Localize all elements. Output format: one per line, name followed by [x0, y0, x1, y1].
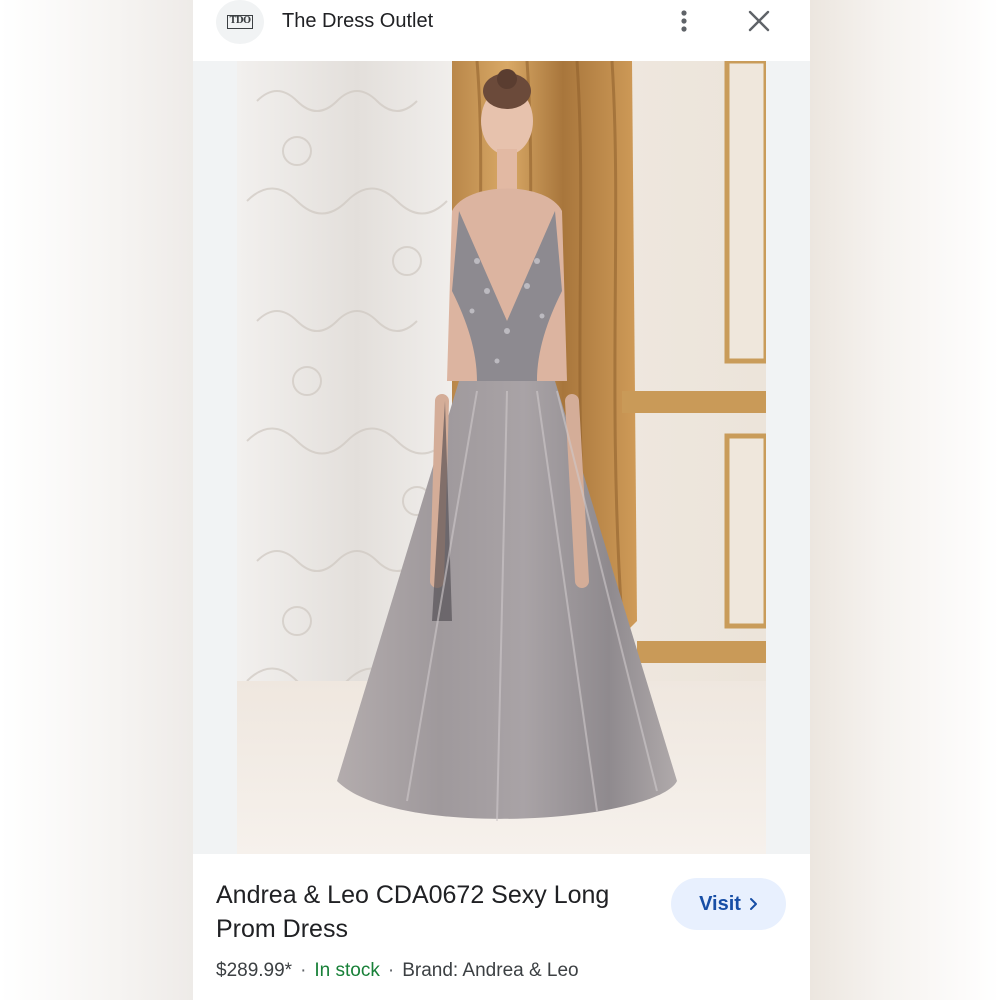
product-brand: Brand: Andrea & Leo	[402, 960, 579, 981]
product-price: $289.99*	[216, 960, 293, 981]
site-logo: TDO	[216, 0, 264, 44]
product-meta: $289.99* · In stock · Brand: Andrea & Leo	[216, 960, 579, 982]
site-name: The Dress Outlet	[282, 10, 434, 32]
dress-photo	[237, 61, 766, 854]
visit-button[interactable]: Visit	[671, 878, 786, 930]
background-left	[0, 0, 193, 1000]
separator: ·	[300, 960, 307, 981]
product-title[interactable]: Andrea & Leo CDA0672 Sexy Long Prom Dres…	[216, 878, 646, 946]
more-options-button[interactable]	[669, 4, 699, 38]
more-vert-icon	[681, 10, 687, 32]
visit-button-label: Visit	[699, 892, 741, 915]
availability-status: In stock	[314, 960, 380, 981]
card-header: TDO The Dress Outlet	[193, 0, 810, 61]
product-image[interactable]	[237, 61, 766, 854]
product-info: Andrea & Leo CDA0672 Sexy Long Prom Dres…	[193, 854, 810, 1000]
chevron-right-icon	[749, 898, 757, 910]
product-preview-card: TDO The Dress Outlet Andrea & Leo CDA067…	[193, 0, 810, 1000]
close-icon	[748, 10, 770, 32]
close-button[interactable]	[743, 4, 775, 38]
separator: ·	[387, 960, 395, 981]
background-right	[810, 0, 1000, 1000]
site-logo-text: TDO	[227, 15, 253, 29]
